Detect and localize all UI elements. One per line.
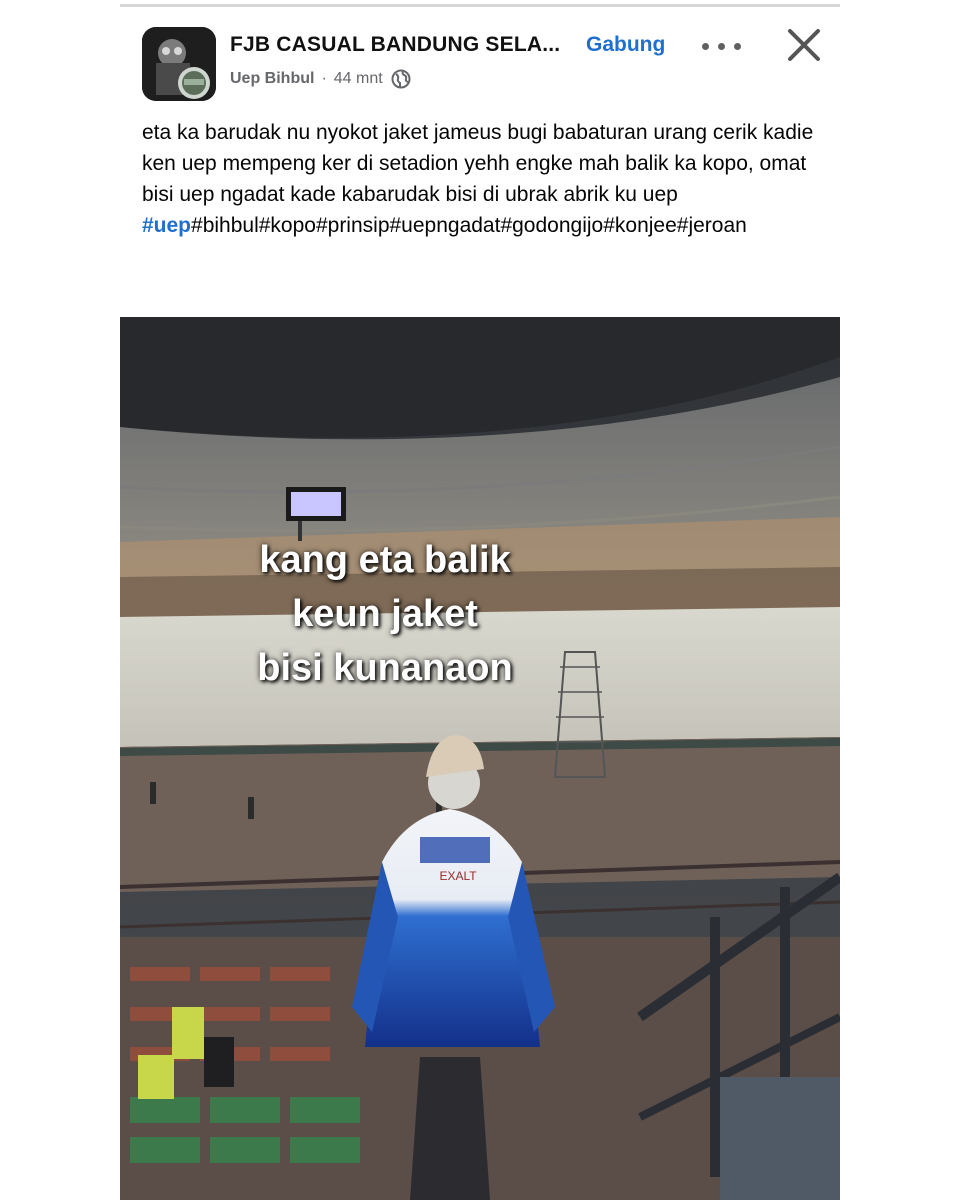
caption-line: kang eta balik [259, 539, 511, 581]
close-button[interactable] [782, 23, 826, 67]
join-group-button[interactable]: Gabung [586, 33, 665, 57]
hashtag-list[interactable]: #bihbul#kopo#prinsip#uepngadat#godongijo… [191, 214, 747, 237]
hashtag-link[interactable]: #uep [142, 214, 191, 237]
post-meta: Uep Bihbul · 44 mnt [230, 69, 411, 89]
post-text: eta ka barudak nu nyokot jaket jameus bu… [142, 117, 822, 241]
globe-icon [391, 69, 411, 89]
group-avatar[interactable] [142, 27, 216, 101]
post-hashtags: #uep#bihbul#kopo#prinsip#uepngadat#godon… [142, 210, 822, 241]
group-name[interactable]: FJB CASUAL BANDUNG SELA... [230, 33, 560, 57]
close-icon [788, 29, 820, 61]
caption-line: keun jaket [292, 593, 478, 635]
post-photo[interactable]: EXALT kang eta balik keun jaket bisi kun… [120, 317, 840, 1200]
post-time[interactable]: 44 mnt [334, 70, 383, 88]
more-options-button[interactable] [698, 31, 750, 61]
caption-line: bisi kunanaon [257, 647, 513, 689]
more-icon [734, 43, 741, 50]
jacket-print: EXALT [439, 869, 477, 883]
more-icon [718, 43, 725, 50]
more-icon [702, 43, 709, 50]
facebook-post-card: FJB CASUAL BANDUNG SELA... Gabung Uep Bi… [120, 7, 840, 1200]
meta-separator: · [321, 70, 327, 87]
author-name[interactable]: Uep Bihbul [230, 70, 314, 88]
post-body: eta ka barudak nu nyokot jaket jameus bu… [142, 121, 814, 206]
photo-caption: kang eta balik keun jaket bisi kunanaon [120, 533, 650, 695]
